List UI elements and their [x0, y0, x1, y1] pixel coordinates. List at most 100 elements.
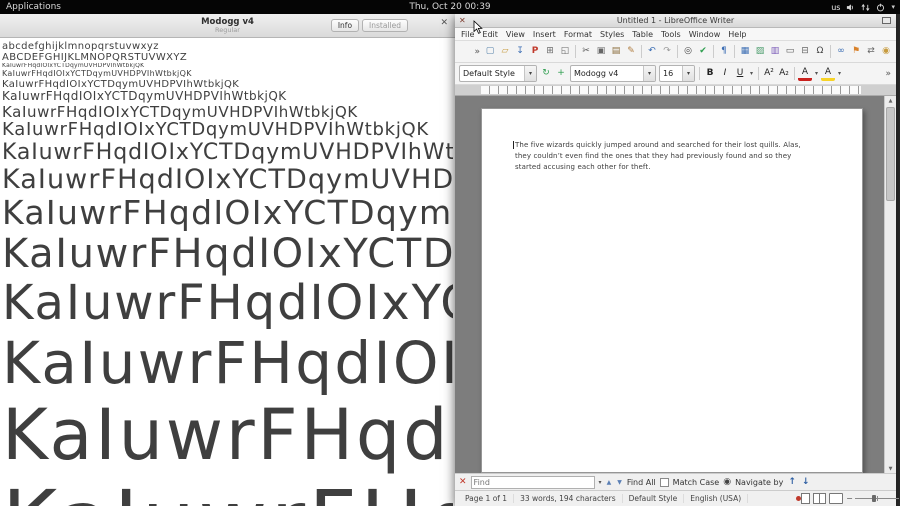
toolbar-overflow-icon[interactable]: » [472, 47, 482, 57]
print-preview-icon[interactable]: ◱ [558, 45, 572, 59]
undo-icon[interactable]: ↶ [645, 45, 659, 59]
page-break-icon[interactable]: ⊟ [798, 45, 812, 59]
special-character-icon[interactable]: Ω [813, 45, 827, 59]
font-preview-line: KaIuwrFHqdIOIxYCTDqymUVHDPVIhWtbkjQK [2, 232, 453, 277]
spelling-icon[interactable]: ✔ [696, 45, 710, 59]
close-window-icon[interactable]: ✕ [455, 16, 470, 25]
toolbar-separator [699, 67, 700, 80]
zoom-slider[interactable] [855, 494, 899, 503]
font-color-dropdown-icon[interactable]: ▾ [813, 70, 820, 77]
find-dropdown-icon[interactable]: ▾ [599, 479, 602, 486]
menu-table[interactable]: Table [628, 30, 657, 39]
menu-file[interactable]: File [457, 30, 478, 39]
insert-bookmark-icon[interactable]: ⚑ [849, 45, 863, 59]
dropdown-arrow-icon[interactable]: ▾ [643, 66, 655, 81]
close-window-icon[interactable]: ✕ [440, 18, 448, 28]
insert-chart-icon[interactable]: ▥ [768, 45, 782, 59]
find-previous-icon[interactable]: ▲ [606, 479, 613, 486]
find-input[interactable] [471, 476, 595, 489]
formatting-marks-icon[interactable]: ¶ [717, 45, 731, 59]
cut-icon[interactable]: ✂ [579, 45, 593, 59]
document-text[interactable]: The five wizards quickly jumped around a… [515, 140, 859, 174]
insert-textbox-icon[interactable]: ▭ [783, 45, 797, 59]
navigate-up-icon[interactable]: ↑ [787, 477, 797, 487]
highlight-dropdown-icon[interactable]: ▾ [836, 70, 843, 77]
restore-window-icon[interactable] [882, 17, 891, 24]
chevron-down-icon[interactable]: ▾ [891, 3, 895, 11]
power-icon[interactable] [876, 3, 885, 12]
find-replace-icon[interactable]: ◎ [681, 45, 695, 59]
page-number-status[interactable]: Page 1 of 1 [459, 494, 514, 503]
zoom-slider-thumb[interactable] [872, 495, 876, 502]
new-style-icon[interactable]: + [554, 67, 568, 81]
insert-hyperlink-icon[interactable]: ∞ [834, 45, 848, 59]
update-style-icon[interactable]: ↻ [539, 67, 553, 81]
underline-dropdown-icon[interactable]: ▾ [748, 70, 755, 77]
menu-insert[interactable]: Insert [529, 30, 560, 39]
redo-icon[interactable]: ↷ [660, 45, 674, 59]
italic-button[interactable]: I [718, 67, 732, 81]
paste-icon[interactable]: ▤ [609, 45, 623, 59]
font-name-combo[interactable]: Modogg v4 ▾ [570, 65, 656, 82]
book-view-icon[interactable] [829, 493, 843, 504]
toolbar-separator [794, 67, 795, 80]
language-status[interactable]: English (USA) [684, 494, 748, 503]
toolbar-overflow-icon[interactable]: » [883, 69, 893, 79]
highlight-color-button[interactable]: A [821, 67, 835, 81]
single-page-view-icon[interactable] [801, 493, 810, 504]
multi-page-view-icon[interactable] [813, 493, 826, 504]
menu-format[interactable]: Format [560, 30, 596, 39]
underline-button[interactable]: U [733, 67, 747, 81]
font-name-value: Modogg v4 [571, 69, 643, 78]
find-and-replace-icon[interactable]: ◉ [723, 477, 731, 487]
menu-edit[interactable]: Edit [478, 30, 502, 39]
scroll-up-icon[interactable]: ▲ [885, 96, 896, 105]
find-next-icon[interactable]: ▼ [616, 479, 623, 486]
font-size-combo[interactable]: 16 ▾ [659, 65, 695, 82]
applications-menu[interactable]: Applications [0, 2, 67, 12]
match-case-checkbox[interactable] [660, 478, 669, 487]
insert-image-icon[interactable]: ▨ [753, 45, 767, 59]
cross-reference-icon[interactable]: ⇄ [864, 45, 878, 59]
close-find-bar-icon[interactable]: ✕ [459, 477, 467, 487]
bold-button[interactable]: B [703, 67, 717, 81]
zoom-out-icon[interactable]: − [846, 494, 853, 503]
subscript-button[interactable]: A₂ [777, 67, 791, 81]
new-document-icon[interactable]: ▢ [483, 45, 497, 59]
ruler-active-area[interactable] [481, 86, 861, 94]
font-color-button[interactable]: A [798, 67, 812, 81]
installed-button[interactable]: Installed [362, 19, 408, 32]
page-style-status[interactable]: Default Style [623, 494, 685, 503]
keyboard-layout-indicator[interactable]: us [831, 3, 840, 12]
copy-icon[interactable]: ▣ [594, 45, 608, 59]
clock[interactable]: Thu, Oct 20 00:39 [0, 2, 900, 12]
info-button[interactable]: Info [331, 19, 359, 32]
scrollbar-thumb[interactable] [886, 107, 895, 201]
scroll-down-icon[interactable]: ▼ [885, 464, 896, 473]
navigate-down-icon[interactable]: ↓ [801, 477, 811, 487]
open-document-icon[interactable]: ▱ [498, 45, 512, 59]
horizontal-ruler[interactable] [455, 85, 896, 96]
find-all-button[interactable]: Find All [627, 478, 656, 487]
dropdown-arrow-icon[interactable]: ▾ [524, 66, 536, 81]
vertical-scrollbar[interactable]: ▲ ▼ [884, 96, 896, 473]
dropdown-arrow-icon[interactable]: ▾ [682, 66, 694, 81]
clone-formatting-icon[interactable]: ✎ [624, 45, 638, 59]
menu-help[interactable]: Help [724, 30, 750, 39]
volume-icon[interactable] [846, 3, 855, 12]
document-page[interactable]: The five wizards quickly jumped around a… [481, 108, 863, 473]
insert-comment-icon[interactable]: ◉ [879, 45, 893, 59]
network-icon[interactable] [861, 3, 870, 12]
word-count-status[interactable]: 33 words, 194 characters [514, 494, 623, 503]
superscript-button[interactable]: A² [762, 67, 776, 81]
paragraph-style-combo[interactable]: Default Style ▾ [459, 65, 537, 82]
save-icon[interactable]: ↧ [513, 45, 527, 59]
export-pdf-icon[interactable]: P [528, 45, 542, 59]
menu-window[interactable]: Window [685, 30, 725, 39]
writer-titlebar[interactable]: ✕ Untitled 1 - LibreOffice Writer [455, 14, 896, 28]
print-icon[interactable]: ⊞ [543, 45, 557, 59]
menu-tools[interactable]: Tools [657, 30, 685, 39]
menu-styles[interactable]: Styles [596, 30, 628, 39]
insert-table-icon[interactable]: ▦ [738, 45, 752, 59]
menu-view[interactable]: View [502, 30, 529, 39]
